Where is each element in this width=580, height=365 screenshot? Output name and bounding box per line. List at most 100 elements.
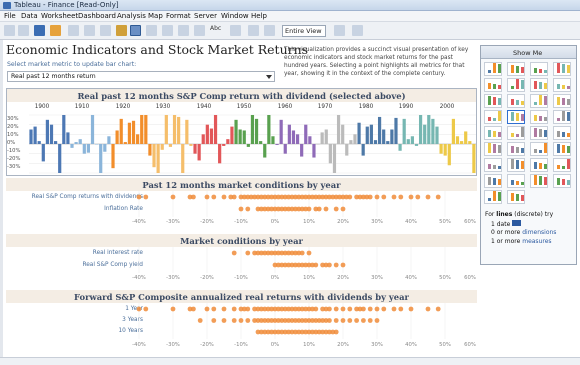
chart-type-option[interactable] (507, 174, 525, 188)
data-point[interactable] (313, 262, 319, 268)
bar[interactable] (435, 126, 439, 144)
bar[interactable] (193, 144, 197, 154)
chart-type-option[interactable] (507, 78, 525, 92)
data-point[interactable] (340, 206, 346, 212)
menu-help[interactable]: Help (251, 12, 267, 20)
bar[interactable] (62, 115, 66, 144)
data-point[interactable] (374, 306, 380, 312)
bar[interactable] (160, 144, 164, 150)
data-point[interactable] (391, 306, 397, 312)
bar[interactable] (443, 144, 447, 156)
bar[interactable] (205, 124, 209, 144)
bar[interactable] (86, 144, 91, 153)
chart-type-option[interactable] (553, 158, 571, 172)
bar-chart-plot[interactable] (29, 113, 476, 175)
bar[interactable] (250, 115, 255, 144)
show-me-header[interactable]: Show Me (481, 46, 576, 59)
bar[interactable] (394, 117, 398, 144)
data-point[interactable] (327, 262, 332, 268)
data-point[interactable] (361, 318, 366, 323)
data-point[interactable] (340, 262, 346, 268)
data-point[interactable] (245, 306, 251, 312)
data-point[interactable] (347, 194, 353, 200)
data-point[interactable] (204, 194, 210, 200)
bar[interactable] (242, 130, 246, 144)
bar[interactable] (54, 141, 58, 144)
highlight-icon[interactable] (178, 25, 189, 36)
data-point[interactable] (415, 194, 421, 200)
bar[interactable] (111, 144, 115, 169)
bar[interactable] (29, 129, 33, 145)
bar[interactable] (353, 134, 357, 144)
sort-descending-icon[interactable] (162, 25, 173, 36)
bar[interactable] (365, 126, 369, 144)
bar[interactable] (152, 144, 156, 168)
bar[interactable] (459, 141, 464, 144)
bar[interactable] (283, 144, 287, 154)
bar[interactable] (287, 124, 291, 144)
bar[interactable] (181, 144, 185, 173)
tooltip-icon[interactable] (334, 25, 345, 36)
bar[interactable] (33, 126, 37, 144)
menu-format[interactable]: Format (166, 12, 191, 20)
bar[interactable] (136, 134, 140, 144)
bar[interactable] (418, 115, 423, 144)
bar[interactable] (447, 144, 451, 166)
data-point[interactable] (435, 194, 441, 200)
data-point[interactable] (204, 306, 210, 312)
data-point[interactable] (408, 194, 414, 200)
bar[interactable] (177, 116, 181, 144)
bar[interactable] (74, 142, 78, 144)
data-point[interactable] (316, 206, 322, 212)
bar[interactable] (209, 128, 214, 144)
bar[interactable] (345, 144, 349, 156)
data-point[interactable] (425, 194, 431, 200)
bar[interactable] (246, 144, 250, 147)
chart-type-option[interactable] (530, 126, 548, 140)
menu-file[interactable]: File (4, 12, 16, 20)
bar[interactable] (197, 144, 201, 161)
bar[interactable] (41, 144, 45, 162)
bar[interactable] (259, 141, 263, 144)
bar[interactable] (320, 132, 324, 144)
bar[interactable] (45, 119, 50, 144)
chart-type-option[interactable] (530, 142, 548, 156)
chart-type-option[interactable] (507, 126, 525, 140)
data-point[interactable] (333, 206, 339, 212)
data-point[interactable] (425, 306, 431, 312)
data-point[interactable] (245, 250, 251, 256)
bar[interactable] (70, 144, 74, 148)
chart-type-option[interactable] (530, 94, 548, 108)
bar[interactable] (107, 136, 111, 144)
data-point[interactable] (143, 306, 149, 312)
data-point[interactable] (340, 306, 346, 312)
chevron-down-icon[interactable] (266, 75, 272, 79)
chart-type-option[interactable] (553, 94, 571, 108)
bar[interactable] (58, 144, 62, 173)
data-point[interactable] (221, 306, 227, 312)
menu-server[interactable]: Server (194, 12, 217, 20)
chart-type-option[interactable] (553, 126, 571, 140)
data-point[interactable] (398, 194, 404, 200)
data-point[interactable] (245, 318, 251, 323)
bar[interactable] (472, 144, 476, 173)
show-labels-icon[interactable]: Abc (210, 25, 224, 36)
menu-map[interactable]: Map (148, 12, 163, 20)
clear-sheet-icon[interactable] (100, 25, 111, 36)
bar[interactable] (238, 129, 242, 145)
bar[interactable] (332, 144, 337, 173)
presentation-mode-icon[interactable] (248, 25, 259, 36)
data-point[interactable] (398, 306, 404, 312)
chart-type-option[interactable] (507, 110, 525, 124)
bar[interactable] (189, 144, 193, 146)
bar[interactable] (423, 124, 427, 144)
metric-dropdown[interactable]: Real past 12 months return (7, 71, 275, 82)
data-point[interactable] (221, 318, 227, 323)
bar[interactable] (131, 120, 136, 144)
chart-type-option[interactable] (484, 158, 502, 172)
bar[interactable] (328, 144, 332, 164)
bar[interactable] (115, 130, 119, 144)
data-point[interactable] (340, 318, 346, 323)
bar[interactable] (341, 124, 345, 144)
data-point[interactable] (170, 306, 176, 312)
